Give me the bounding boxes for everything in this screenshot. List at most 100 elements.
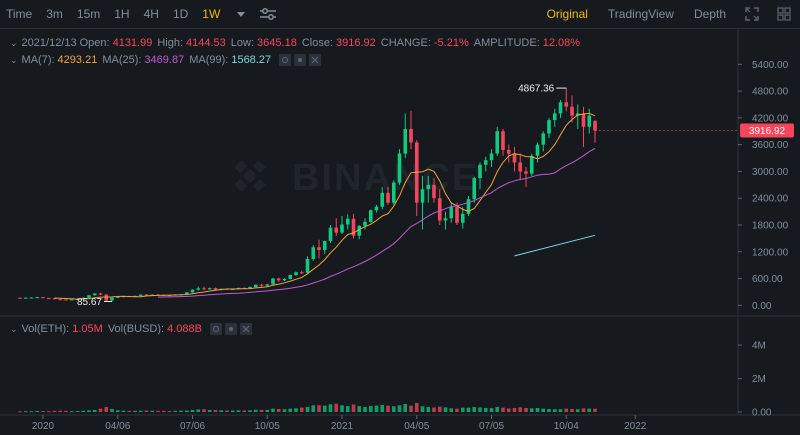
volume-bar — [374, 405, 379, 412]
candle-body — [328, 227, 333, 242]
candle-body — [64, 299, 68, 301]
candle-body — [207, 288, 212, 290]
volume-bar — [386, 405, 390, 412]
candle-body — [202, 288, 206, 290]
volume-bar — [483, 407, 488, 412]
candle-body — [380, 192, 385, 207]
volume-legend: ⌄ Vol(ETH): 1.05M Vol(BUSD): 4.088B — [10, 323, 252, 335]
volume-bar — [506, 408, 511, 412]
volume-bar — [322, 405, 327, 412]
price-tick-label: 600.00 — [752, 274, 783, 285]
candle-body — [386, 192, 390, 203]
volume-bar — [558, 409, 563, 412]
candle-body — [483, 160, 488, 165]
collapse-chevron-icon[interactable]: ⌄ — [10, 38, 18, 49]
close-icon[interactable] — [309, 54, 322, 66]
volume-tick-label: 4M — [752, 341, 766, 352]
candle-body — [547, 120, 551, 134]
candle-body — [363, 221, 367, 226]
visibility-icon[interactable] — [209, 323, 222, 335]
volume-bar — [52, 410, 57, 412]
ma99-value: 1568.27 — [231, 54, 272, 66]
candle-body — [322, 241, 327, 250]
candle-body — [570, 106, 574, 116]
volume-bar — [144, 410, 149, 412]
volume-bar — [495, 406, 500, 412]
volume-bars — [18, 402, 597, 413]
vol-busd-value: 4.088B — [167, 323, 202, 335]
volume-bar — [432, 407, 436, 412]
candle-body — [518, 162, 523, 172]
candle-body — [23, 297, 28, 299]
candle-body — [271, 278, 275, 285]
volume-tick-label: 0.00 — [752, 408, 772, 419]
volume-bar — [328, 404, 333, 412]
ohlc-legend: ⌄ 2021/12/13 Open: 4131.99 High: 4144.53 L… — [10, 37, 581, 49]
volume-bar — [541, 408, 546, 412]
price-tick-label: 3000.00 — [752, 167, 789, 178]
settings-icon[interactable] — [224, 323, 237, 335]
volume-bar — [276, 408, 281, 412]
candle-body — [340, 224, 344, 233]
volume-bar — [363, 406, 367, 412]
volume-bar — [593, 408, 597, 412]
volume-bar — [581, 408, 586, 412]
volume-bar — [161, 410, 166, 412]
volume-bar — [196, 409, 201, 412]
settings-icon[interactable] — [294, 54, 307, 66]
volume-bar — [133, 410, 137, 412]
volume-bar — [409, 405, 413, 412]
ma7-line — [54, 112, 596, 300]
volume-bar — [75, 410, 80, 412]
collapse-chevron-icon[interactable]: ⌄ — [10, 55, 18, 66]
volume-bar — [357, 406, 362, 412]
volume-bar — [305, 406, 310, 412]
volume-bar — [403, 403, 408, 412]
price-tick-label: 1200.00 — [752, 247, 789, 258]
candle-body — [35, 297, 40, 299]
visibility-icon[interactable] — [279, 54, 292, 66]
candle-body — [374, 206, 379, 211]
volume-bar — [288, 408, 293, 412]
volume-bar — [138, 410, 143, 412]
time-tick-label: 07/05 — [479, 421, 504, 432]
moving-average-lines — [54, 112, 596, 300]
close-icon[interactable] — [239, 323, 252, 335]
volume-bar — [466, 407, 471, 412]
volume-bar — [156, 410, 160, 412]
price-tick-label: 0.00 — [752, 301, 772, 312]
volume-bar — [29, 411, 34, 413]
volume-bar — [397, 405, 402, 412]
collapse-chevron-icon[interactable]: ⌄ — [10, 324, 18, 335]
candle-body — [449, 207, 454, 219]
volume-bar — [547, 408, 551, 412]
candle-body — [495, 131, 500, 154]
volume-bar — [524, 407, 528, 412]
candle-body — [512, 153, 517, 163]
open-value: 4131.99 — [112, 37, 153, 49]
candle-body — [345, 218, 350, 225]
candle-body — [506, 150, 511, 154]
volume-bar — [345, 406, 350, 412]
candle-body — [587, 115, 592, 127]
volume-bar — [92, 409, 97, 412]
volume-bar — [449, 408, 454, 412]
volume-bar — [179, 410, 183, 412]
volume-bar — [173, 410, 178, 412]
candle-body — [46, 298, 51, 300]
volume-bar — [18, 411, 22, 413]
candle-body — [334, 227, 339, 233]
volume-bar — [98, 408, 103, 412]
volume-bar — [443, 407, 448, 412]
volume-bar — [282, 409, 287, 412]
time-tick-label: 10/04 — [554, 421, 579, 432]
candle-body — [368, 210, 373, 222]
ma7-value: 4293.21 — [57, 54, 98, 66]
volume-bar — [564, 408, 569, 412]
candle-body — [259, 284, 264, 286]
price-tick-label: 5400.00 — [752, 60, 789, 71]
current-price-label: 3916.92 — [749, 126, 786, 137]
volume-bar — [299, 407, 304, 412]
candle-body — [403, 129, 408, 154]
candle-body — [305, 258, 310, 273]
